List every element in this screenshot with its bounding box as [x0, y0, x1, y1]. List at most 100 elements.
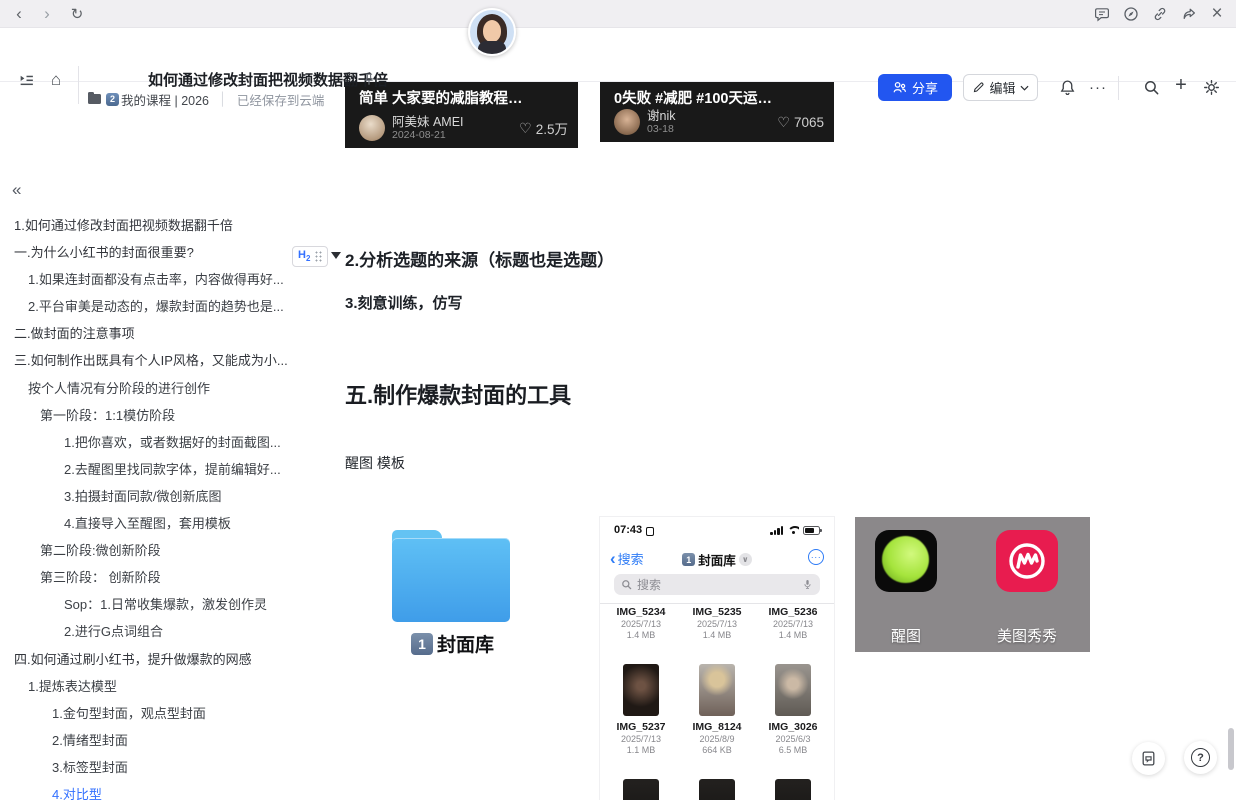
- file-size: 1.4 MB: [703, 630, 732, 641]
- xingtu-green-blob: [882, 536, 929, 583]
- toc-item[interactable]: 三.如何制作出既具有个人IP风格，又能成为小...: [0, 347, 290, 374]
- question-mark-icon: ?: [1191, 748, 1210, 767]
- post-screenshot-card: 简单 大家要的减脂教程… 阿美妹 AMEI 2024-08-21 ♡2.5万: [345, 82, 578, 148]
- mic-icon[interactable]: [802, 578, 813, 591]
- toc-item[interactable]: 2.进行G点词组合: [0, 618, 290, 645]
- back-icon[interactable]: ‹: [6, 0, 32, 28]
- breadcrumb-path[interactable]: 我的课程 | 2026: [121, 90, 209, 109]
- toc-item[interactable]: 1.金句型封面，观点型封面: [0, 700, 290, 727]
- file-name: IMG_5234: [616, 606, 665, 619]
- battery-icon: [803, 526, 820, 535]
- post-author-avatar: [614, 109, 640, 135]
- file-date: 2025/7/13: [773, 619, 813, 630]
- toc-item[interactable]: 2.情绪型封面: [0, 727, 290, 754]
- user-avatar[interactable]: [468, 8, 516, 56]
- collapse-caret-icon[interactable]: [331, 252, 341, 259]
- toc-item[interactable]: 第二阶段:微创新阶段: [0, 537, 290, 564]
- compass-icon[interactable]: [1118, 0, 1144, 28]
- avatar-face: [483, 20, 501, 42]
- file-item[interactable]: IMG_3026 2025/6/3 6.5 MB: [755, 664, 831, 756]
- toc-item[interactable]: 四.如何通过刷小红书，提升做爆款的网感: [0, 646, 290, 673]
- section-heading: 2.分析选题的来源（标题也是选题）: [345, 246, 614, 271]
- toc-item[interactable]: 4.直接导入至醒图，套用模板: [0, 510, 290, 537]
- meitu-app-icon[interactable]: [996, 530, 1058, 592]
- post-date: 03-18: [647, 123, 675, 135]
- post-author-avatar: [359, 115, 385, 141]
- file-thumbnail: [623, 664, 659, 716]
- toc-item[interactable]: 2.去醒图里找同款字体，提前编辑好...: [0, 456, 290, 483]
- phone-search-placeholder: 搜索: [637, 576, 661, 593]
- toc-item[interactable]: 1.把你喜欢，或者数据好的封面截图...: [0, 429, 290, 456]
- new-doc-plus-icon[interactable]: +: [1170, 74, 1192, 96]
- signal-bars-icon: [770, 526, 783, 535]
- phone-search-field[interactable]: 搜索: [614, 574, 820, 595]
- share-button[interactable]: 分享: [878, 74, 952, 101]
- more-menu-icon[interactable]: ···: [1087, 76, 1109, 98]
- file-item[interactable]: IMG_5234 2025/7/13 1.4 MB: [603, 606, 679, 641]
- toc-item-active[interactable]: 4.对比型: [0, 781, 290, 800]
- toc-item[interactable]: 2.平台审美是动态的，爆款封面的趋势也是...: [0, 293, 290, 320]
- file-item[interactable]: [603, 779, 679, 800]
- file-date: 2025/7/13: [621, 619, 661, 630]
- home-icon[interactable]: ⌂: [44, 68, 68, 92]
- file-name: IMG_5236: [768, 606, 817, 619]
- file-item[interactable]: [679, 779, 755, 800]
- toc-item[interactable]: 1.如果连封面都没有点击率，内容做得再好...: [0, 266, 290, 293]
- section-heading: 五.制作爆款封面的工具: [345, 378, 571, 410]
- scrollbar-thumb[interactable]: [1228, 728, 1234, 770]
- toc-item[interactable]: 3.标签型封面: [0, 754, 290, 781]
- app-label: 醒图: [846, 625, 966, 646]
- keycap-1-badge: 1: [411, 633, 433, 655]
- phone-folder-title[interactable]: 1 封面库 ∨: [600, 550, 834, 569]
- file-size: 664 KB: [702, 745, 732, 756]
- edit-button[interactable]: 编辑: [963, 74, 1038, 101]
- toc-item[interactable]: 第一阶段：1:1模仿阶段: [0, 402, 290, 429]
- toc-item[interactable]: 按个人情况有分阶段的进行创作: [0, 375, 290, 402]
- app-label: 美图秀秀: [967, 625, 1087, 646]
- file-item[interactable]: IMG_5237 2025/7/13 1.1 MB: [603, 664, 679, 756]
- help-button[interactable]: ?: [1184, 741, 1217, 774]
- collapse-sidebar-icon[interactable]: «: [12, 180, 21, 200]
- folder-image: 1 封面库: [385, 517, 520, 667]
- feedback-doc-button[interactable]: [1132, 742, 1165, 775]
- toc-item[interactable]: Sop：1.日常收集爆款，激发创作灵: [0, 591, 290, 618]
- toc-item[interactable]: 1.提炼表达模型: [0, 673, 290, 700]
- drag-handle-icon[interactable]: [315, 251, 322, 262]
- document-canvas: 简单 大家要的减脂教程… 阿美妹 AMEI 2024-08-21 ♡2.5万 0…: [290, 82, 1236, 800]
- notifications-bell-icon[interactable]: [1056, 76, 1078, 98]
- page-title: 如何通过修改封面把视频数据翻千倍: [148, 69, 388, 90]
- close-icon[interactable]: ×: [1204, 0, 1230, 28]
- doc-comment-icon: [1140, 750, 1157, 767]
- file-item[interactable]: IMG_5236 2025/7/13 1.4 MB: [755, 606, 831, 641]
- copy-link-icon[interactable]: [1147, 0, 1173, 28]
- file-name: IMG_5237: [616, 721, 665, 734]
- toc-item[interactable]: 3.拍摄封面同款/微创新底图: [0, 483, 290, 510]
- heart-icon: ♡: [777, 114, 790, 131]
- file-item[interactable]: IMG_5235 2025/7/13 1.4 MB: [679, 606, 755, 641]
- outline-sidebar: « 1.如何通过修改封面把视频数据翻千倍 一.为什么小红书的封面很重要? 1.如…: [0, 82, 290, 800]
- search-icon[interactable]: [1140, 76, 1162, 98]
- folder-label: 1 封面库: [385, 630, 520, 657]
- breadcrumb[interactable]: 2 我的课程 | 2026 │ 已经保存到云端: [88, 91, 324, 107]
- refresh-icon[interactable]: ↻: [64, 0, 90, 28]
- phone-more-button[interactable]: ···: [808, 549, 824, 565]
- forward-icon[interactable]: ›: [34, 0, 60, 28]
- toc-item[interactable]: 1.如何通过修改封面把视频数据翻千倍: [0, 212, 290, 239]
- file-item[interactable]: IMG_8124 2025/8/9 664 KB: [679, 664, 755, 756]
- comments-icon[interactable]: [1089, 0, 1115, 28]
- avatar-body: [478, 41, 506, 55]
- pencil-icon: [972, 81, 985, 94]
- outline-toggle-icon[interactable]: [14, 68, 38, 92]
- share-page-icon[interactable]: [1176, 0, 1202, 28]
- save-status: 已经保存到云端: [237, 90, 325, 109]
- divider: [600, 603, 834, 604]
- toc-item[interactable]: 二.做封面的注意事项: [0, 320, 290, 347]
- block-type-chip[interactable]: H2: [292, 246, 328, 267]
- toc-item[interactable]: 一.为什么小红书的封面很重要?: [0, 239, 290, 266]
- toc-item[interactable]: 第三阶段： 创新阶段: [0, 564, 290, 591]
- xingtu-app-icon[interactable]: [875, 530, 937, 592]
- pin-icon[interactable]: [362, 72, 376, 91]
- file-item[interactable]: [755, 779, 831, 800]
- file-thumbnail: [699, 664, 735, 716]
- settings-gear-icon[interactable]: [1200, 76, 1222, 98]
